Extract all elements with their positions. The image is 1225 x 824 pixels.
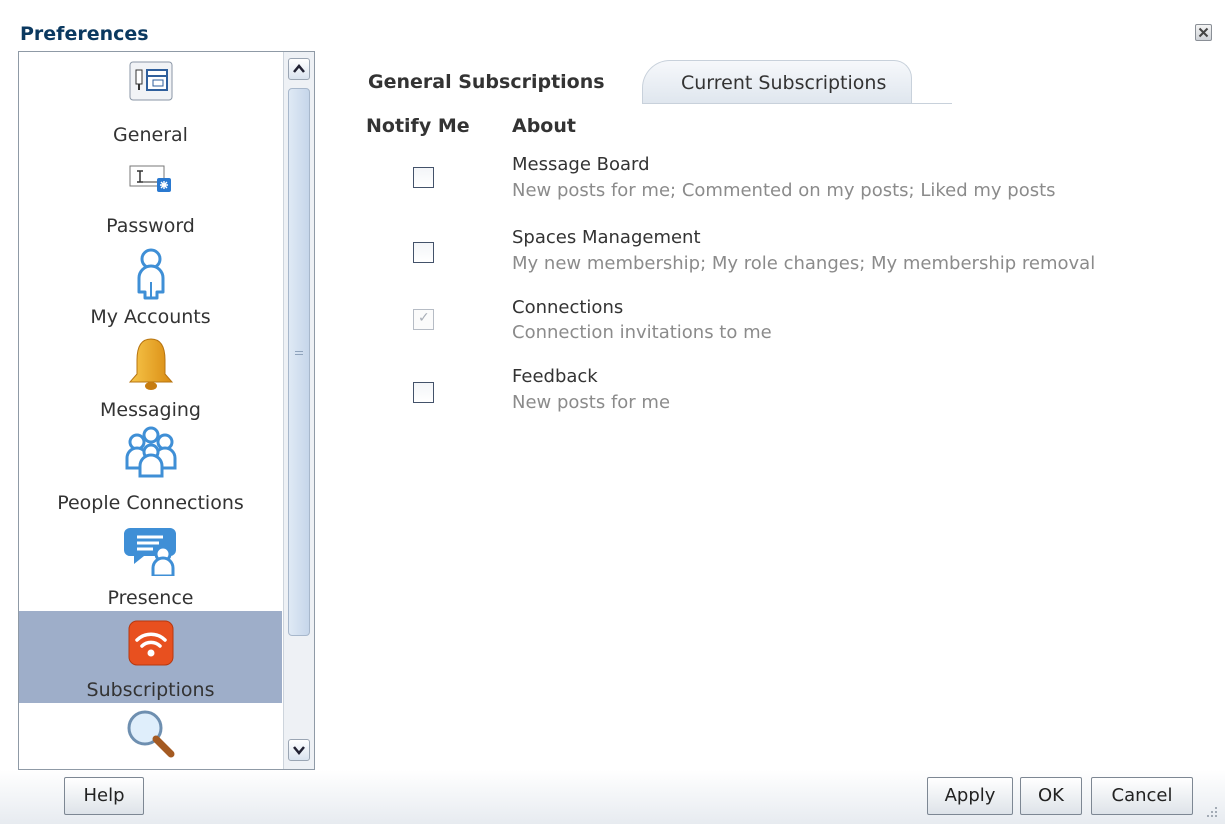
notify-checkbox[interactable] xyxy=(413,382,434,403)
notify-checkbox[interactable]: ✓ xyxy=(413,309,434,330)
nav-item-password[interactable]: Password xyxy=(19,144,282,237)
nav-item-people-connections[interactable]: People Connections xyxy=(19,420,282,514)
nav-item-presence[interactable]: Presence xyxy=(19,512,282,609)
notify-column-header: Notify Me xyxy=(366,115,470,137)
general-settings-icon xyxy=(129,61,173,105)
tab-label: Current Subscriptions xyxy=(681,72,887,94)
chat-bubble-person-icon xyxy=(123,524,179,580)
subscription-description: New posts for me; Commented on my posts;… xyxy=(512,180,1056,201)
cancel-button[interactable]: Cancel xyxy=(1091,777,1193,815)
nav-label: Messaging xyxy=(100,399,201,421)
subscription-title: Message Board xyxy=(512,154,650,175)
nav-label: People Connections xyxy=(57,492,244,514)
nav-label: My Accounts xyxy=(90,306,211,328)
nav-scrollbar[interactable] xyxy=(283,52,314,769)
subscription-description: New posts for me xyxy=(512,392,671,413)
apply-button[interactable]: Apply xyxy=(927,777,1013,815)
dialog-titlebar: Preferences xyxy=(0,15,1225,51)
notify-checkbox[interactable] xyxy=(413,167,434,188)
grip-icon xyxy=(295,351,303,355)
nav-item-my-accounts[interactable]: My Accounts xyxy=(19,236,282,328)
checkmark-icon: ✓ xyxy=(418,310,430,326)
subscription-description: Connection invitations to me xyxy=(512,322,772,343)
scroll-down-button[interactable] xyxy=(288,739,310,761)
preferences-dialog: Preferences General Password My Accounts… xyxy=(0,0,1225,824)
password-field-icon xyxy=(129,164,173,200)
tab-current-subscriptions[interactable]: Current Subscriptions xyxy=(642,60,912,104)
ok-button[interactable]: OK xyxy=(1020,777,1082,815)
subscription-tabs: Current Subscriptions General Subscripti… xyxy=(330,60,952,104)
nav-label: Password xyxy=(106,215,195,237)
nav-item-general[interactable]: General xyxy=(19,52,282,146)
resize-grip-icon[interactable] xyxy=(1205,804,1219,818)
subscription-title: Spaces Management xyxy=(512,227,701,248)
nav-item-subscriptions[interactable]: Subscriptions xyxy=(19,611,282,703)
scroll-thumb[interactable] xyxy=(288,88,310,636)
subscription-description: My new membership; My role changes; My m… xyxy=(512,253,1096,274)
nav-label: General xyxy=(113,124,188,146)
tab-divider xyxy=(642,103,952,104)
close-icon[interactable] xyxy=(1195,24,1212,41)
person-icon xyxy=(134,248,168,304)
subscription-title: Feedback xyxy=(512,366,598,387)
scroll-up-button[interactable] xyxy=(288,58,310,80)
nav-label: Presence xyxy=(107,587,194,609)
about-column-header: About xyxy=(512,115,576,137)
help-button[interactable]: Help xyxy=(64,777,144,815)
nav-label: Subscriptions xyxy=(86,679,215,701)
preferences-nav: General Password My Accounts Messaging P… xyxy=(18,51,315,770)
nav-item-search[interactable] xyxy=(19,703,282,769)
bell-icon xyxy=(127,336,175,396)
subscription-title: Connections xyxy=(512,297,624,318)
dialog-title: Preferences xyxy=(20,23,149,45)
nav-item-messaging[interactable]: Messaging xyxy=(19,328,282,421)
tab-label: General Subscriptions xyxy=(368,71,605,93)
dialog-footer: Help Apply OK Cancel xyxy=(0,770,1225,824)
tab-general-subscriptions[interactable]: General Subscriptions xyxy=(330,60,640,104)
magnifier-icon xyxy=(125,708,177,764)
notify-checkbox[interactable] xyxy=(413,242,434,263)
people-group-icon xyxy=(123,426,179,482)
rss-feed-icon xyxy=(128,620,174,670)
